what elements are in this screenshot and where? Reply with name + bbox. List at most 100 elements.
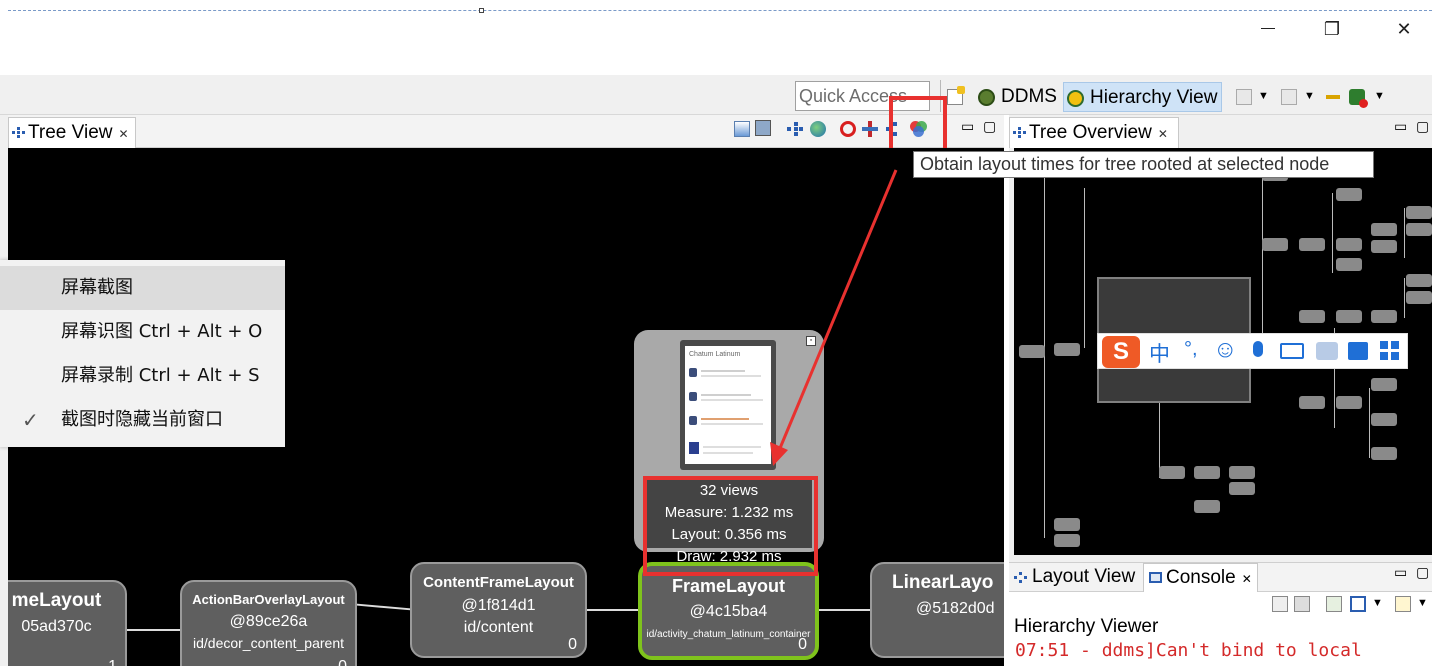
punctuation-toggle[interactable]: °,	[1184, 338, 1198, 361]
perspective-hierarchy-label: Hierarchy View	[1090, 87, 1218, 108]
emoji-icon[interactable]: ☺	[1213, 336, 1238, 364]
tab-tree-overview-label: Tree Overview	[1029, 122, 1152, 143]
hierarchy-view-icon	[1067, 90, 1084, 107]
minimize-view-icon[interactable]: ▭	[961, 118, 974, 135]
globe-icon[interactable]	[810, 121, 826, 137]
ddms-icon	[978, 89, 995, 106]
tree-icon	[1014, 572, 1027, 583]
dropdown-arrow-icon[interactable]: ▼	[1372, 597, 1383, 609]
user-icon[interactable]	[1316, 342, 1338, 360]
maximize-view-icon[interactable]: ▢	[983, 118, 996, 135]
overview-node	[1371, 447, 1397, 460]
minimize-icon	[1261, 28, 1275, 29]
overview-node	[1299, 310, 1325, 323]
menu-item-screen-record[interactable]: 屏幕录制 Ctrl + Alt + S	[0, 354, 285, 398]
overview-node	[1159, 466, 1185, 479]
menu-item-hide-window[interactable]: ✓ 截图时隐藏当前窗口	[0, 398, 285, 442]
open-perspective-icon[interactable]	[947, 86, 965, 105]
close-button[interactable]: ✕	[1392, 18, 1416, 40]
overview-node	[1194, 466, 1220, 479]
overview-node	[1336, 238, 1362, 251]
voice-icon[interactable]	[1253, 341, 1263, 357]
close-tab-icon[interactable]: ✕	[1158, 127, 1168, 141]
tree-connector	[1332, 193, 1333, 273]
tree-connector	[1404, 278, 1405, 318]
restore-button[interactable]: ❐	[1320, 18, 1344, 40]
overview-node	[1371, 223, 1397, 236]
save-png-icon[interactable]	[734, 121, 750, 137]
console-title: Hierarchy Viewer	[1014, 616, 1159, 637]
overview-node	[1262, 238, 1288, 251]
menu-item-screen-recognize[interactable]: 屏幕识图 Ctrl + Alt + O	[0, 310, 285, 354]
minimize-view-icon[interactable]: ▭	[1394, 118, 1407, 135]
overview-node	[1336, 396, 1362, 409]
overview-node	[1406, 223, 1432, 236]
tree-icon	[12, 127, 25, 138]
overview-node	[1371, 240, 1397, 253]
tab-tree-view[interactable]: Tree View ✕	[8, 117, 136, 148]
overview-node	[1299, 238, 1325, 251]
overview-node	[1406, 206, 1432, 219]
overview-node	[1371, 378, 1397, 391]
grid-menu-icon[interactable]	[1380, 341, 1400, 361]
minimize-button[interactable]	[1256, 14, 1280, 36]
menu-item-screenshot[interactable]: 屏幕截图	[0, 266, 285, 310]
console-body: ▼ ▼ Hierarchy Viewer 07:51 - ddms]Can't …	[1009, 592, 1432, 666]
dropdown-arrow-icon[interactable]: ▼	[1417, 597, 1428, 609]
context-menu: 屏幕截图 屏幕识图 Ctrl + Alt + O 屏幕录制 Ctrl + Alt…	[0, 260, 285, 447]
overview-node	[1054, 343, 1080, 356]
overview-node	[1336, 310, 1362, 323]
maximize-view-icon[interactable]: ▢	[1416, 564, 1429, 581]
tree-connector	[1044, 178, 1045, 538]
marquee-handle	[479, 8, 484, 13]
tree-connector	[1369, 388, 1370, 458]
overview-node	[1194, 500, 1220, 513]
check-icon: ✓	[22, 408, 39, 432]
invalidate-icon[interactable]	[840, 121, 856, 137]
minimize-view-icon[interactable]: ▭	[1394, 564, 1407, 581]
maximize-view-icon[interactable]: ▢	[1416, 118, 1429, 135]
overview-node	[1371, 413, 1397, 426]
skin-icon[interactable]	[1348, 342, 1368, 360]
console-error-line: 07:51 - ddms]Can't bind to local	[1015, 640, 1362, 661]
run-icon[interactable]	[1349, 89, 1368, 108]
dropdown-arrow-icon[interactable]: ▼	[1304, 90, 1315, 102]
tab-console-label: Console	[1166, 567, 1236, 588]
ime-mode-toggle[interactable]: 中	[1149, 338, 1170, 368]
tab-layout-view-label: Layout View	[1032, 566, 1136, 587]
overview-node	[1336, 188, 1362, 201]
request-layout-icon[interactable]	[862, 121, 878, 137]
tree-connector	[1404, 208, 1405, 258]
close-tab-icon[interactable]: ✕	[118, 127, 128, 141]
overview-node	[1054, 534, 1080, 547]
overview-node	[1019, 345, 1045, 358]
tab-console[interactable]: Console ✕	[1143, 563, 1258, 593]
back-arrow-icon[interactable]	[1326, 89, 1342, 105]
pin-console-icon[interactable]	[1326, 596, 1342, 612]
display-console-icon[interactable]	[1350, 596, 1366, 612]
dropdown-arrow-icon[interactable]: ▼	[1374, 90, 1385, 102]
device-icon[interactable]	[1236, 89, 1252, 105]
close-tab-icon[interactable]: ✕	[1242, 572, 1252, 586]
keyboard-icon[interactable]	[1280, 343, 1304, 359]
perspective-hierarchy-view[interactable]: Hierarchy View	[1063, 82, 1223, 112]
ime-toolbar: S 中 °, ☺	[1097, 333, 1408, 369]
overview-node	[1054, 518, 1080, 531]
display-view-icon[interactable]	[787, 121, 803, 137]
tab-tree-overview[interactable]: Tree Overview ✕	[1009, 117, 1179, 148]
tree-connector	[1084, 188, 1085, 348]
clear-console-icon[interactable]	[1272, 596, 1288, 612]
capture-layers-icon[interactable]	[755, 120, 771, 136]
dropdown-arrow-icon[interactable]: ▼	[1258, 90, 1269, 102]
scroll-lock-icon[interactable]	[1294, 596, 1310, 612]
sogou-logo-icon[interactable]: S	[1102, 336, 1140, 368]
refresh-device-icon[interactable]	[1281, 89, 1297, 105]
overview-node	[1299, 396, 1325, 409]
tab-layout-view[interactable]: Layout View	[1010, 563, 1142, 592]
perspective-ddms[interactable]: DDMS	[975, 82, 1061, 112]
open-console-icon[interactable]	[1395, 596, 1411, 612]
console-icon	[1149, 572, 1162, 583]
selection-marquee	[8, 10, 1432, 11]
overview-node	[1371, 310, 1397, 323]
tree-icon	[1013, 127, 1026, 138]
